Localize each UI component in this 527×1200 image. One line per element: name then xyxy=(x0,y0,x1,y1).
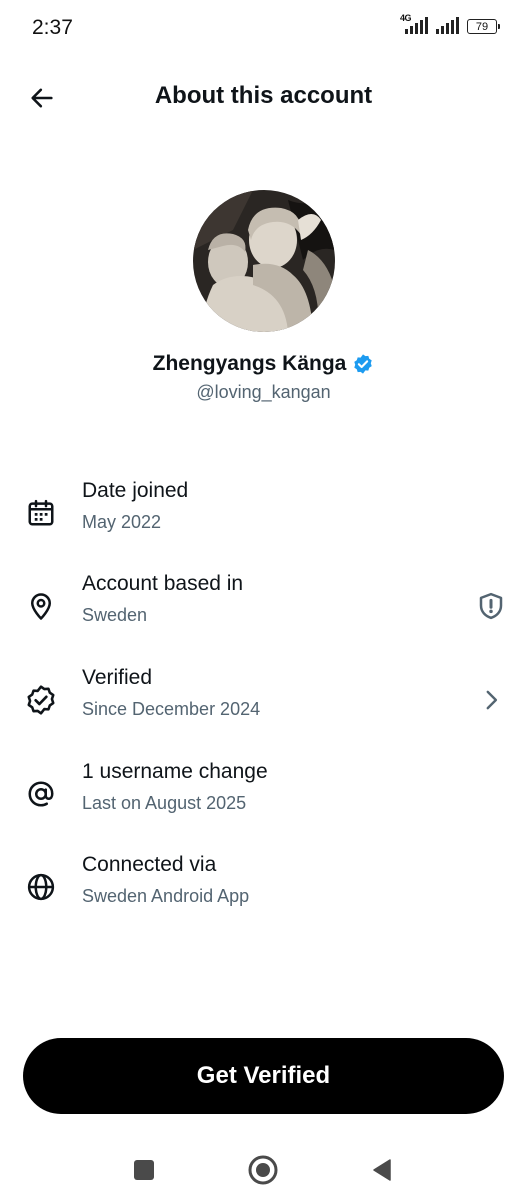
signal-4g-icon: 4G xyxy=(400,13,428,34)
status-icons: 4G 79 xyxy=(400,13,500,34)
home-button[interactable] xyxy=(243,1150,283,1190)
home-circle-icon xyxy=(248,1155,278,1185)
back-triangle-icon xyxy=(373,1159,391,1181)
calendar-icon xyxy=(22,473,60,553)
status-time: 2:37 xyxy=(32,16,73,39)
signal-icon xyxy=(436,17,459,34)
status-bar: 2:37 4G 79 xyxy=(0,0,527,58)
detail-row-verified[interactable]: Verified Since December 2024 xyxy=(0,660,527,740)
avatar-image xyxy=(193,190,335,332)
detail-title: 1 username change xyxy=(82,760,268,783)
battery-level: 79 xyxy=(475,21,489,33)
detail-subtitle: May 2022 xyxy=(82,512,162,532)
shield-alert-button[interactable] xyxy=(473,588,509,624)
at-sign-icon xyxy=(22,754,60,834)
display-name: Zhengyangs Känga xyxy=(152,352,347,375)
detail-row-account-based-in: Account based in Sweden xyxy=(0,566,527,646)
detail-subtitle: Last on August 2025 xyxy=(82,793,247,813)
username-handle: @loving_kangan xyxy=(196,382,331,402)
detail-title: Account based in xyxy=(82,572,244,595)
chevron-right-icon xyxy=(473,682,509,718)
detail-title: Date joined xyxy=(82,479,189,502)
app-header: About this account xyxy=(0,62,527,132)
detail-subtitle: Sweden xyxy=(82,605,148,625)
detail-subtitle: Since December 2024 xyxy=(82,699,261,719)
page-title: About this account xyxy=(154,82,373,109)
profile-name-row: Zhengyangs Känga xyxy=(0,352,527,376)
shield-alert-icon xyxy=(479,592,503,620)
system-back-button[interactable] xyxy=(362,1150,402,1190)
detail-row-username-change: 1 username change Last on August 2025 xyxy=(0,754,527,834)
location-pin-icon xyxy=(22,566,60,646)
battery-icon: 79 xyxy=(467,19,500,34)
verified-badge-icon xyxy=(354,354,373,374)
recents-square-icon xyxy=(134,1160,154,1180)
system-navigation-bar xyxy=(0,1140,527,1200)
recents-button[interactable] xyxy=(124,1150,164,1190)
detail-title: Verified xyxy=(82,666,153,689)
detail-subtitle: Sweden Android App xyxy=(82,886,250,906)
detail-title: Connected via xyxy=(82,853,217,876)
get-verified-button[interactable]: Get Verified xyxy=(23,1038,504,1114)
globe-icon xyxy=(22,847,60,927)
network-type-label: 4G xyxy=(400,13,412,23)
avatar[interactable] xyxy=(193,190,335,332)
verified-badge-icon xyxy=(22,660,60,740)
detail-row-date-joined: Date joined May 2022 xyxy=(0,473,527,553)
detail-row-connected-via: Connected via Sweden Android App xyxy=(0,847,527,927)
